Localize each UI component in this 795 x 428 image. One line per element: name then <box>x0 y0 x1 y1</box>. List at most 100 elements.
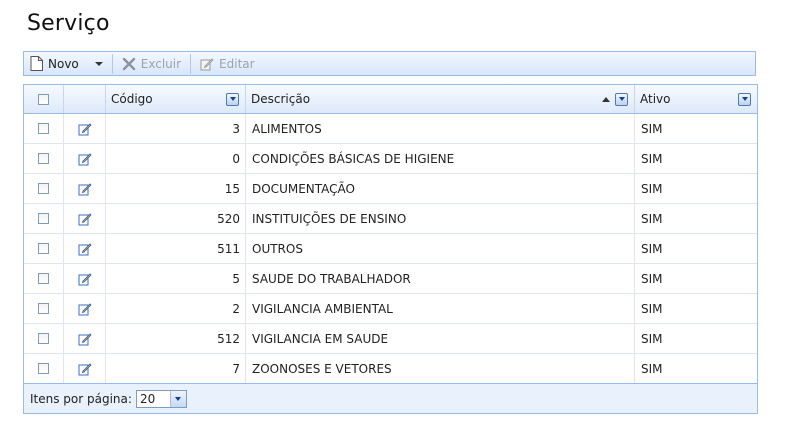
row-select-cell <box>24 354 64 383</box>
row-ativo: SIM <box>641 241 663 256</box>
edit-icon[interactable] <box>78 182 92 196</box>
row-select-cell <box>24 324 64 353</box>
row-select-cell <box>24 174 64 203</box>
page-title: Serviço <box>27 11 110 36</box>
edit-icon[interactable] <box>78 302 92 316</box>
table-row[interactable]: 511 OUTROS SIM <box>24 234 757 264</box>
edit-icon[interactable] <box>78 152 92 166</box>
header-descricao[interactable]: Descrição <box>246 85 635 113</box>
editar-button[interactable]: Editar <box>194 52 261 75</box>
row-descricao: DOCUMENTAÇÃO <box>246 174 635 203</box>
row-edit-cell <box>64 324 106 353</box>
select-all-checkbox[interactable] <box>38 93 49 105</box>
row-edit-cell <box>64 174 106 203</box>
header-ativo[interactable]: Ativo <box>635 85 757 113</box>
row-edit-cell <box>64 294 106 323</box>
table-row[interactable]: 15 DOCUMENTAÇÃO SIM <box>24 174 757 204</box>
table-row[interactable]: 2 VIGILANCIA AMBIENTAL SIM <box>24 294 757 324</box>
sort-ascending-icon <box>602 96 610 102</box>
edit-icon[interactable] <box>78 242 92 256</box>
edit-icon[interactable] <box>78 332 92 346</box>
row-descricao: VIGILANCIA EM SAUDE <box>246 324 635 353</box>
chevron-down-icon[interactable] <box>94 61 103 66</box>
row-edit-cell <box>64 114 106 143</box>
row-checkbox[interactable] <box>38 333 49 344</box>
row-edit-cell <box>64 354 106 383</box>
row-ativo: SIM <box>641 211 663 226</box>
row-ativo: SIM <box>641 271 663 286</box>
items-per-page-value: 20 <box>139 391 156 406</box>
row-checkbox[interactable] <box>38 243 49 254</box>
row-codigo: 7 <box>106 354 246 383</box>
table-row[interactable]: 0 CONDIÇÕES BÁSICAS DE HIGIENE SIM <box>24 144 757 174</box>
chevron-down-icon[interactable] <box>169 390 186 407</box>
column-menu-icon[interactable] <box>226 92 239 106</box>
row-ativo: SIM <box>641 301 663 316</box>
table-row[interactable]: 3 ALIMENTOS SIM <box>24 114 757 144</box>
pencil-icon <box>200 57 214 71</box>
toolbar-separator <box>111 53 113 74</box>
table-row[interactable]: 512 VIGILANCIA EM SAUDE SIM <box>24 324 757 354</box>
row-select-cell <box>24 204 64 233</box>
toolbar: Novo Excluir Editar <box>23 51 756 76</box>
header-codigo-label: Código <box>111 92 153 106</box>
edit-icon[interactable] <box>78 122 92 136</box>
row-descricao: CONDIÇÕES BÁSICAS DE HIGIENE <box>246 144 635 173</box>
row-checkbox[interactable] <box>38 183 49 194</box>
row-codigo: 3 <box>106 114 246 143</box>
row-checkbox[interactable] <box>38 273 49 284</box>
edit-icon[interactable] <box>78 212 92 226</box>
row-select-cell <box>24 234 64 263</box>
row-checkbox[interactable] <box>38 213 49 224</box>
row-checkbox[interactable] <box>38 363 49 374</box>
row-codigo: 511 <box>106 234 246 263</box>
header-codigo[interactable]: Código <box>106 85 246 113</box>
row-codigo: 0 <box>106 144 246 173</box>
novo-button[interactable]: Novo <box>24 52 109 75</box>
row-checkbox[interactable] <box>38 123 49 134</box>
row-select-cell <box>24 264 64 293</box>
row-descricao: SAUDE DO TRABALHADOR <box>246 264 635 293</box>
row-ativo: SIM <box>641 181 663 196</box>
row-select-cell <box>24 144 64 173</box>
row-descricao: OUTROS <box>246 234 635 263</box>
excluir-button[interactable]: Excluir <box>116 52 187 75</box>
row-codigo: 2 <box>106 294 246 323</box>
grid-body: 3 ALIMENTOS SIM 0 CONDIÇÕES BÁSICAS DE HIGIE… <box>24 114 757 384</box>
edit-icon[interactable] <box>78 272 92 286</box>
row-edit-cell <box>64 204 106 233</box>
row-select-cell <box>24 114 64 143</box>
header-ativo-label: Ativo <box>640 92 671 106</box>
toolbar-separator <box>190 53 192 74</box>
column-menu-icon[interactable] <box>738 92 751 106</box>
row-codigo: 520 <box>106 204 246 233</box>
header-edit-column <box>64 85 106 113</box>
edit-icon[interactable] <box>78 362 92 376</box>
table-row[interactable]: 7 ZOONOSES E VETORES SIM <box>24 354 757 384</box>
row-descricao: INSTITUIÇÕES DE ENSINO <box>246 204 635 233</box>
row-checkbox[interactable] <box>38 153 49 164</box>
row-ativo: SIM <box>641 361 663 376</box>
row-descricao: ZOONOSES E VETORES <box>246 354 635 383</box>
novo-button-label: Novo <box>48 56 79 71</box>
row-ativo: SIM <box>641 121 663 136</box>
table-row[interactable]: 5 SAUDE DO TRABALHADOR SIM <box>24 264 757 294</box>
row-codigo: 512 <box>106 324 246 353</box>
grid-header: Código Descrição Ativo <box>24 85 757 114</box>
row-ativo: SIM <box>641 151 663 166</box>
row-codigo: 15 <box>106 174 246 203</box>
row-edit-cell <box>64 234 106 263</box>
row-descricao: VIGILANCIA AMBIENTAL <box>246 294 635 323</box>
document-icon <box>30 56 43 71</box>
grid-footer: Itens por página: 20 <box>24 383 757 413</box>
row-descricao: ALIMENTOS <box>246 114 635 143</box>
row-ativo: SIM <box>641 331 663 346</box>
header-select-all <box>24 85 64 113</box>
row-checkbox[interactable] <box>38 303 49 314</box>
column-menu-icon[interactable] <box>615 92 628 106</box>
table-row[interactable]: 520 INSTITUIÇÕES DE ENSINO SIM <box>24 204 757 234</box>
service-grid: Código Descrição Ativo 3 ALIMENTOS SIM 0 CON… <box>23 84 758 414</box>
items-per-page-select[interactable]: 20 <box>135 389 187 408</box>
row-select-cell <box>24 294 64 323</box>
header-descricao-label: Descrição <box>251 92 311 106</box>
